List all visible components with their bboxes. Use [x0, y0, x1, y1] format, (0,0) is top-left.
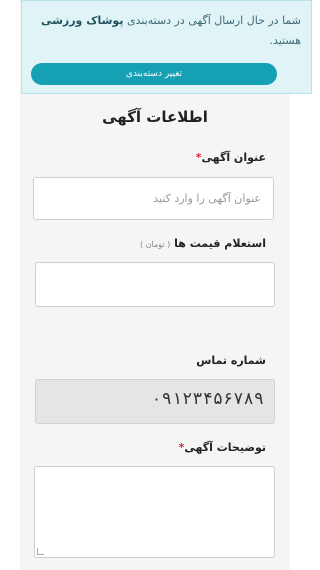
price-input[interactable] [36, 263, 274, 306]
section-title: اطلاعات آگهی [102, 108, 208, 126]
title-label-text: عنوان آگهی [201, 151, 266, 164]
selected-category: پوشاک ورزشی [40, 14, 124, 27]
phone-label: شماره تماس [196, 354, 266, 367]
price-field[interactable] [35, 262, 275, 307]
resize-grip-icon[interactable] [37, 548, 44, 555]
category-notice: شما در حال ارسال آگهی در دسته‌بندی پوشاک… [21, 0, 312, 94]
title-label: عنوان آگهی* [196, 151, 266, 164]
title-field[interactable] [33, 177, 274, 220]
description-label-text: توضیحات آگهی [184, 441, 266, 454]
description-textarea[interactable] [35, 467, 274, 557]
notice-text-after: هستید. [269, 34, 301, 47]
notice-text-before: شما در حال ارسال آگهی در دسته‌بندی [126, 14, 301, 27]
title-input[interactable] [34, 178, 273, 219]
description-field[interactable] [34, 466, 275, 558]
description-label: توضیحات آگهی* [179, 441, 266, 454]
change-category-button[interactable]: تغییر دسته‌بندی [31, 63, 277, 85]
phone-field: ۰۹۱۲۳۴۵۶۷۸۹ [35, 379, 275, 424]
phone-value: ۰۹۱۲۳۴۵۶۷۸۹ [151, 389, 264, 409]
category-notice-text: شما در حال ارسال آگهی در دسته‌بندی پوشاک… [39, 11, 301, 51]
price-label-text: استعلام قیمت ها [174, 237, 266, 250]
price-unit: ( تومان ) [140, 240, 171, 249]
price-label: استعلام قیمت ها ( تومان ) [140, 237, 266, 250]
